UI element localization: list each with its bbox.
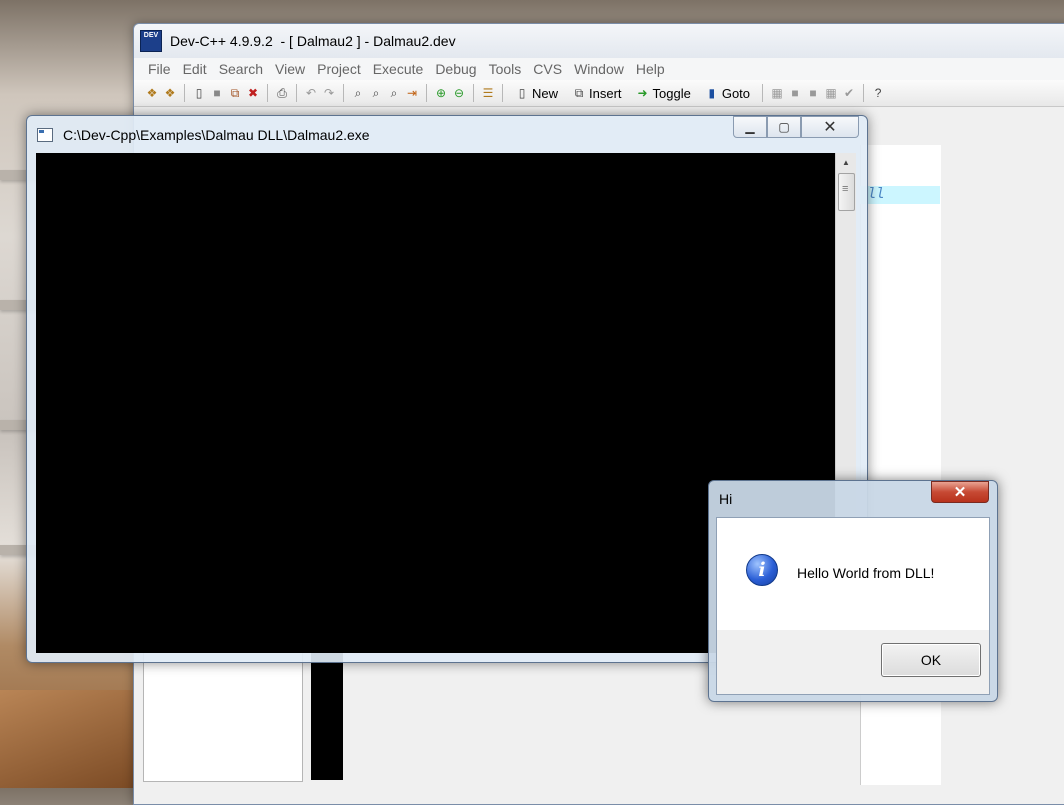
document-icon: ▯ xyxy=(518,86,526,100)
dialog-button-bar: OK xyxy=(717,630,989,694)
console-titlebar[interactable]: C:\Dev-Cpp\Examples\Dalmau DLL\Dalmau2.e… xyxy=(27,116,867,153)
console-window-title: C:\Dev-Cpp\Examples\Dalmau DLL\Dalmau2.e… xyxy=(63,126,370,143)
toolbar-separator xyxy=(343,84,344,102)
goto-bookmark-button[interactable]: ▮ Goto xyxy=(699,86,756,101)
project-options-icon[interactable]: ☰ xyxy=(480,85,496,101)
dialog-titlebar[interactable]: Hi ✕ xyxy=(709,481,997,517)
toolbar-separator xyxy=(762,84,764,102)
bookmark-toggle-icon: ➜ xyxy=(637,86,648,100)
toolbar-separator xyxy=(426,84,427,102)
close-button[interactable]: ✕ xyxy=(801,116,859,138)
toolbar-separator xyxy=(473,84,474,102)
compile-run-icon[interactable]: ■ xyxy=(805,85,821,101)
bookmark-goto-icon: ▮ xyxy=(708,86,716,100)
remove-from-project-icon[interactable]: ⊖ xyxy=(451,85,467,101)
message-box-dialog: Hi ✕ i Hello World from DLL! OK xyxy=(708,480,998,702)
goto-line-icon[interactable]: ⇥ xyxy=(404,85,420,101)
menu-cvs[interactable]: CVS xyxy=(527,61,568,77)
new-button-label: New xyxy=(532,85,559,101)
menu-search[interactable]: Search xyxy=(213,61,269,77)
redo-icon[interactable]: ↷ xyxy=(321,85,337,101)
replace-icon[interactable]: ⌕ xyxy=(368,85,384,101)
new-file-icon[interactable]: ▯ xyxy=(191,85,207,101)
check-syntax-icon[interactable]: ✔ xyxy=(841,85,857,101)
ide-titlebar[interactable]: DEV Dev-C++ 4.9.9.2 - [ Dalmau2 ] - Dalm… xyxy=(134,24,1064,58)
toolbar-separator xyxy=(296,84,297,102)
toolbar-separator xyxy=(184,84,185,102)
dialog-message: Hello World from DLL! xyxy=(797,565,935,581)
toggle-button-label: Toggle xyxy=(652,85,691,101)
menu-execute[interactable]: Execute xyxy=(367,61,430,77)
menu-project[interactable]: Project xyxy=(311,61,367,77)
console-caption-buttons: ▁ ▢ ✕ xyxy=(733,116,859,138)
menu-debug[interactable]: Debug xyxy=(429,61,482,77)
insert-button-label: Insert xyxy=(589,85,622,101)
scroll-up-arrow-icon[interactable]: ▲ xyxy=(836,153,856,171)
toolbar-separator xyxy=(502,84,503,102)
find-next-icon[interactable]: ⌕ xyxy=(386,85,402,101)
menu-tools[interactable]: Tools xyxy=(483,61,528,77)
menu-file[interactable]: File xyxy=(142,61,177,77)
dialog-title: Hi xyxy=(719,491,733,507)
ide-window-title: Dev-C++ 4.9.9.2 - [ Dalmau2 ] - Dalmau2.… xyxy=(170,33,456,49)
save-icon[interactable]: ■ xyxy=(209,85,225,101)
desktop-floor xyxy=(0,690,140,788)
toolbar-separator xyxy=(267,84,268,102)
maximize-button[interactable]: ▢ xyxy=(767,116,801,138)
main-toolbar: ❖ ❖ ▯ ■ ⧉ ✖ ⎙ ↶ ↷ ⌕ ⌕ ⌕ ⇥ ⊕ ⊖ ☰ ▯ New ⧉ … xyxy=(134,80,1064,107)
project-open-icon[interactable]: ❖ xyxy=(144,85,160,101)
goto-button-label: Goto xyxy=(721,85,751,101)
menu-view[interactable]: View xyxy=(269,61,311,77)
insert-icon: ⧉ xyxy=(574,85,584,100)
help-icon[interactable]: ? xyxy=(870,85,886,101)
menu-bar: File Edit Search View Project Execute De… xyxy=(134,58,1064,80)
information-icon: i xyxy=(746,554,778,586)
save-all-icon[interactable]: ⧉ xyxy=(227,85,243,101)
dialog-content: i Hello World from DLL! OK xyxy=(716,517,990,695)
menu-edit[interactable]: Edit xyxy=(177,61,213,77)
devcpp-logo-icon: DEV xyxy=(140,30,162,52)
add-to-project-icon[interactable]: ⊕ xyxy=(433,85,449,101)
project-close-icon[interactable]: ❖ xyxy=(162,85,178,101)
close-file-icon[interactable]: ✖ xyxy=(245,85,261,101)
dialog-close-button[interactable]: ✕ xyxy=(931,481,989,503)
new-class-button[interactable]: ▯ New xyxy=(509,86,564,101)
insert-button[interactable]: ⧉ Insert xyxy=(566,86,628,101)
ok-button[interactable]: OK xyxy=(881,643,981,677)
compile-icon[interactable]: ▦ xyxy=(769,85,785,101)
scroll-thumb[interactable] xyxy=(838,173,855,211)
toolbar-separator xyxy=(863,84,865,102)
find-icon[interactable]: ⌕ xyxy=(350,85,366,101)
menu-help[interactable]: Help xyxy=(630,61,671,77)
editor-code-fragment: ll xyxy=(868,186,885,202)
menu-window[interactable]: Window xyxy=(568,61,630,77)
print-icon[interactable]: ⎙ xyxy=(274,85,290,101)
console-window-icon[interactable] xyxy=(37,127,53,142)
rebuild-icon[interactable]: ▦ xyxy=(823,85,839,101)
run-icon[interactable]: ■ xyxy=(787,85,803,101)
minimize-button[interactable]: ▁ xyxy=(733,116,767,138)
toggle-bookmark-button[interactable]: ➜ Toggle xyxy=(630,86,697,101)
undo-icon[interactable]: ↶ xyxy=(303,85,319,101)
